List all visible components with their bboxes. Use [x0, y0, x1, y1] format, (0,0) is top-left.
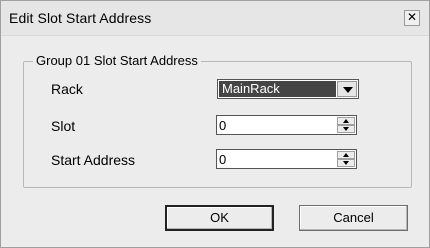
rack-dropdown[interactable]: MainRack: [217, 79, 359, 99]
start-address-spinbox[interactable]: 0: [216, 149, 357, 169]
title-bar[interactable]: Edit Slot Start Address ✕: [1, 1, 429, 36]
slot-label: Slot: [51, 118, 76, 134]
ok-button[interactable]: OK: [165, 205, 274, 231]
start-address-increment-icon[interactable]: [337, 151, 355, 159]
slot-value[interactable]: 0: [219, 118, 226, 133]
group-title: Group 01 Slot Start Address: [33, 53, 201, 68]
slot-decrement-icon[interactable]: [337, 125, 355, 133]
slot-spin-buttons: [337, 117, 355, 133]
start-address-value[interactable]: 0: [219, 152, 226, 167]
start-address-label: Start Address: [51, 152, 136, 168]
rack-selected-value[interactable]: MainRack: [219, 81, 336, 97]
close-icon[interactable]: ✕: [404, 10, 420, 26]
cancel-button[interactable]: Cancel: [299, 205, 408, 231]
start-address-spin-buttons: [337, 151, 355, 167]
slot-spinbox[interactable]: 0: [216, 115, 357, 135]
rack-label: Rack: [51, 81, 83, 97]
window-title: Edit Slot Start Address: [9, 10, 152, 26]
edit-slot-dialog: Edit Slot Start Address ✕ Group 01 Slot …: [0, 0, 430, 248]
slot-increment-icon[interactable]: [337, 117, 355, 125]
start-address-decrement-icon[interactable]: [337, 159, 355, 167]
chevron-down-icon[interactable]: [337, 81, 357, 97]
